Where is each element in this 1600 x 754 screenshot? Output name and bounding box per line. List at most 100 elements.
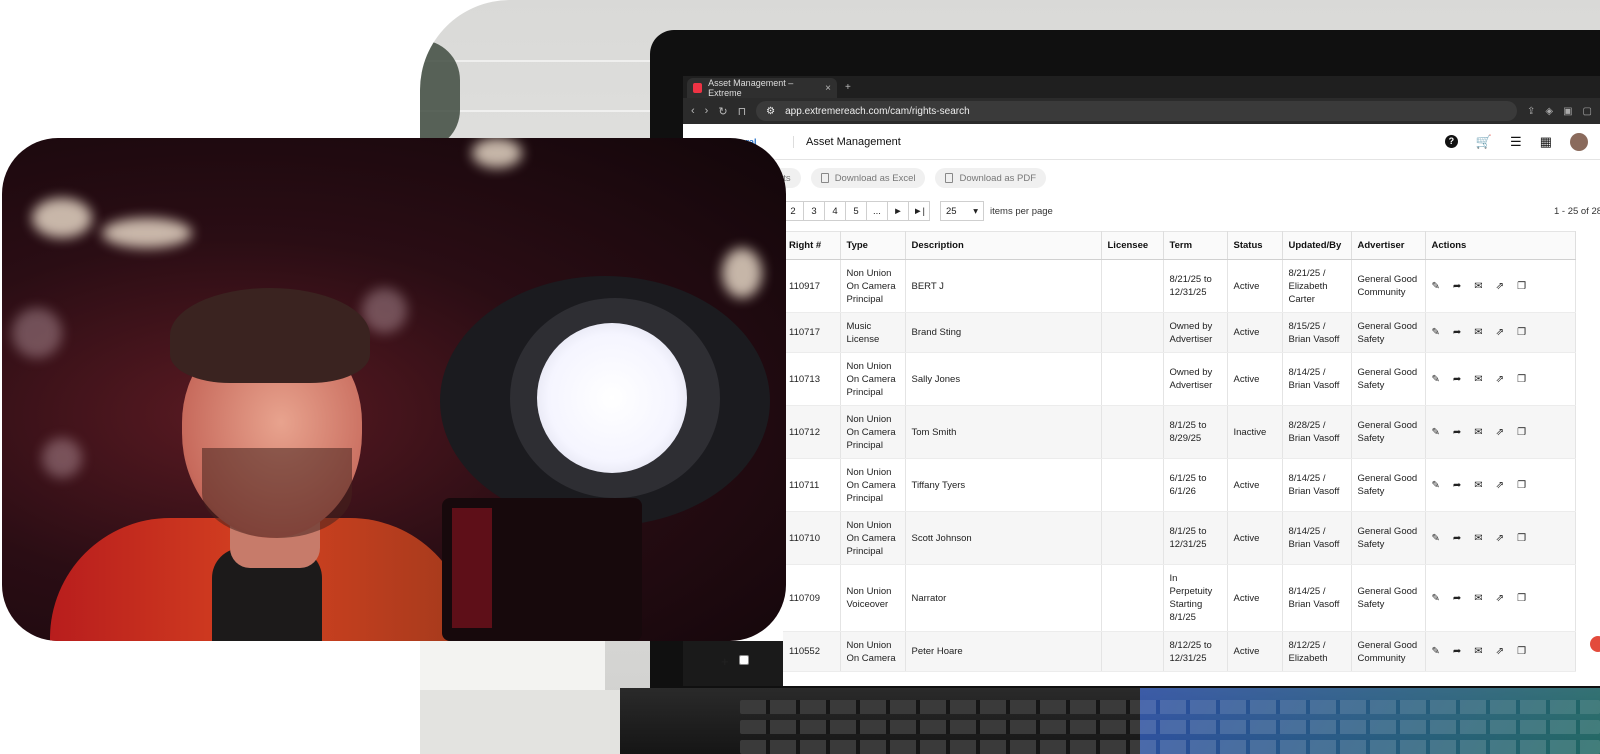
browser-toolbar: ‹ › ↻ ⊓ ⚙ app.extremereach.com/cam/right…	[683, 98, 1600, 124]
row-checkbox[interactable]	[739, 655, 749, 665]
cell-right: 110712	[783, 405, 841, 459]
column-header[interactable]: Updated/By	[1282, 231, 1352, 260]
email-icon[interactable]: ✉	[1474, 592, 1482, 605]
column-header[interactable]: Description	[905, 231, 1102, 260]
column-header[interactable]: Right #	[783, 231, 841, 260]
help-icon[interactable]: ?	[1444, 135, 1458, 148]
shield-icon[interactable]: ◈	[1545, 106, 1553, 117]
external-link-icon[interactable]: ⇗	[1496, 532, 1504, 545]
copy-icon[interactable]: ❐	[1517, 645, 1526, 658]
share-icon[interactable]: ➦	[1453, 326, 1461, 339]
cell-status: Active	[1227, 631, 1283, 672]
edit-icon[interactable]: ✎	[1432, 479, 1440, 492]
edit-icon[interactable]: ✎	[1432, 373, 1440, 386]
edit-icon[interactable]: ✎	[1432, 326, 1440, 339]
external-link-icon[interactable]: ⇗	[1496, 326, 1504, 339]
external-link-icon[interactable]: ⇗	[1496, 645, 1504, 658]
edit-icon[interactable]: ✎	[1432, 645, 1440, 658]
copy-icon[interactable]: ❐	[1517, 532, 1526, 545]
share-icon[interactable]: ➦	[1453, 280, 1461, 293]
cart-icon[interactable]: 🛒	[1476, 134, 1492, 150]
external-link-icon[interactable]: ⇗	[1496, 592, 1504, 605]
email-icon[interactable]: ✉	[1474, 645, 1482, 658]
chevron-down-icon: ▾	[973, 205, 978, 217]
notification-dot[interactable]	[1590, 636, 1600, 652]
cell-description: Tom Smith	[905, 405, 1102, 459]
laptop-keyboard	[620, 688, 1600, 754]
email-icon[interactable]: ✉	[1474, 280, 1482, 293]
page-3-button[interactable]: 3	[803, 201, 825, 221]
share-icon[interactable]: ➦	[1453, 479, 1461, 492]
back-icon[interactable]: ‹	[691, 105, 695, 117]
close-tab-icon[interactable]: ×	[825, 83, 831, 94]
edit-icon[interactable]: ✎	[1432, 426, 1440, 439]
external-link-icon[interactable]: ⇗	[1496, 373, 1504, 386]
reload-icon[interactable]: ↻	[718, 105, 727, 118]
per-page-select[interactable]: 25 ▾	[940, 201, 984, 221]
table-row[interactable]: 110709 Non Union Voiceover Narrator In Perp…	[783, 564, 1576, 632]
download-excel-button[interactable]: Download as Excel	[810, 168, 926, 188]
download-pdf-button[interactable]: Download as PDF	[935, 168, 1047, 188]
cell-type: Non Union On Camera Principal	[840, 458, 906, 512]
extensions-menu-icon[interactable]: ▢	[1583, 106, 1592, 117]
cell-advertiser: General Good Community	[1351, 631, 1426, 672]
external-link-icon[interactable]: ⇗	[1496, 479, 1504, 492]
column-header[interactable]: Status	[1227, 231, 1283, 260]
table-row[interactable]: 110917 Non Union On Camera Principal BERT …	[783, 259, 1576, 313]
laptop-screen: Asset Management – Extreme × + ‹ › ↻ ⊓ ⚙…	[683, 76, 1600, 686]
column-header[interactable]: Type	[840, 231, 906, 260]
share-page-icon[interactable]: ⇪	[1527, 106, 1535, 117]
copy-icon[interactable]: ❐	[1517, 592, 1526, 605]
expand-row-button[interactable]: +	[721, 654, 729, 669]
page-5-button[interactable]: 5	[845, 201, 867, 221]
forward-icon[interactable]: ›	[705, 105, 709, 117]
last-page-icon[interactable]: ►|	[908, 201, 930, 221]
copy-icon[interactable]: ❐	[1517, 326, 1526, 339]
share-icon[interactable]: ➦	[1453, 645, 1461, 658]
new-tab-button[interactable]: +	[845, 78, 851, 98]
edit-icon[interactable]: ✎	[1432, 532, 1440, 545]
table-row[interactable]: 110552 Non Union On Camera Peter Hoare 8/12…	[783, 631, 1576, 672]
list-view-icon[interactable]: ☰	[1510, 134, 1522, 150]
share-icon[interactable]: ➦	[1453, 373, 1461, 386]
email-icon[interactable]: ✉	[1474, 373, 1482, 386]
app-sidebar-bottom	[683, 641, 783, 686]
copy-icon[interactable]: ❐	[1517, 426, 1526, 439]
external-link-icon[interactable]: ⇗	[1496, 426, 1504, 439]
table-row[interactable]: 110713 Non Union On Camera Principal Sally…	[783, 352, 1576, 406]
table-row[interactable]: 110717 Music License Brand Sting Owned by A…	[783, 312, 1576, 353]
url-text: app.extremereach.com/cam/rights-search	[785, 105, 970, 117]
copy-icon[interactable]: ❐	[1517, 280, 1526, 293]
address-bar[interactable]: ⚙ app.extremereach.com/cam/rights-search	[756, 101, 1517, 121]
share-icon[interactable]: ➦	[1453, 592, 1461, 605]
table-row[interactable]: 110711 Non Union On Camera Principal Tiffa…	[783, 458, 1576, 512]
column-header[interactable]: Licensee	[1101, 231, 1164, 260]
column-header[interactable]: Advertiser	[1351, 231, 1426, 260]
email-icon[interactable]: ✉	[1474, 532, 1482, 545]
browser-tab[interactable]: Asset Management – Extreme ×	[687, 78, 837, 98]
extension-icon[interactable]: ▣	[1563, 106, 1572, 117]
grid-view-icon[interactable]: ▦	[1540, 134, 1552, 150]
share-icon[interactable]: ➦	[1453, 426, 1461, 439]
cell-description: Sally Jones	[905, 352, 1102, 406]
copy-icon[interactable]: ❐	[1517, 479, 1526, 492]
plant	[420, 40, 460, 150]
email-icon[interactable]: ✉	[1474, 326, 1482, 339]
page-ellipsis-button[interactable]: ...	[866, 201, 888, 221]
avatar[interactable]	[1570, 132, 1588, 151]
page-4-button[interactable]: 4	[824, 201, 846, 221]
table-row[interactable]: 110712 Non Union On Camera Principal Tom S…	[783, 405, 1576, 459]
cell-updated: 8/12/25 / Elizabeth	[1282, 631, 1352, 672]
next-page-icon[interactable]: ►	[887, 201, 909, 221]
edit-icon[interactable]: ✎	[1432, 592, 1440, 605]
email-icon[interactable]: ✉	[1474, 479, 1482, 492]
share-icon[interactable]: ➦	[1453, 532, 1461, 545]
bookmark-icon[interactable]: ⊓	[738, 105, 747, 118]
table-row[interactable]: 110710 Non Union On Camera Principal Scott…	[783, 511, 1576, 565]
email-icon[interactable]: ✉	[1474, 426, 1482, 439]
copy-icon[interactable]: ❐	[1517, 373, 1526, 386]
column-header[interactable]: Term	[1163, 231, 1228, 260]
site-settings-icon[interactable]: ⚙	[766, 106, 775, 117]
edit-icon[interactable]: ✎	[1432, 280, 1440, 293]
external-link-icon[interactable]: ⇗	[1496, 280, 1504, 293]
